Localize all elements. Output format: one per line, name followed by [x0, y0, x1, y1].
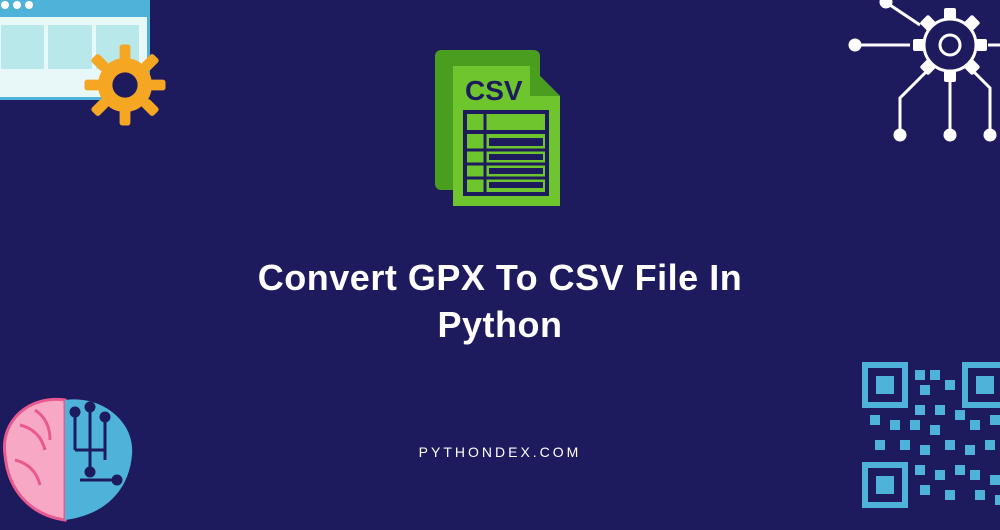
- footer-site-name: PYTHONDEX.COM: [419, 444, 582, 460]
- page-title: Convert GPX To CSV File In Python: [200, 255, 800, 349]
- csv-label: CSV: [465, 75, 523, 106]
- window-header: [0, 0, 147, 17]
- brain-icon: [0, 380, 150, 530]
- window-dot: [25, 1, 33, 9]
- qr-code-icon: [860, 360, 1000, 510]
- gear-icon: [80, 40, 170, 130]
- window-dot: [13, 1, 21, 9]
- window-dot: [1, 1, 9, 9]
- circuit-gear-icon: [840, 0, 1000, 160]
- window-column: [1, 25, 44, 69]
- top-left-decoration: [0, 0, 180, 140]
- csv-file-icon: CSV: [435, 50, 565, 210]
